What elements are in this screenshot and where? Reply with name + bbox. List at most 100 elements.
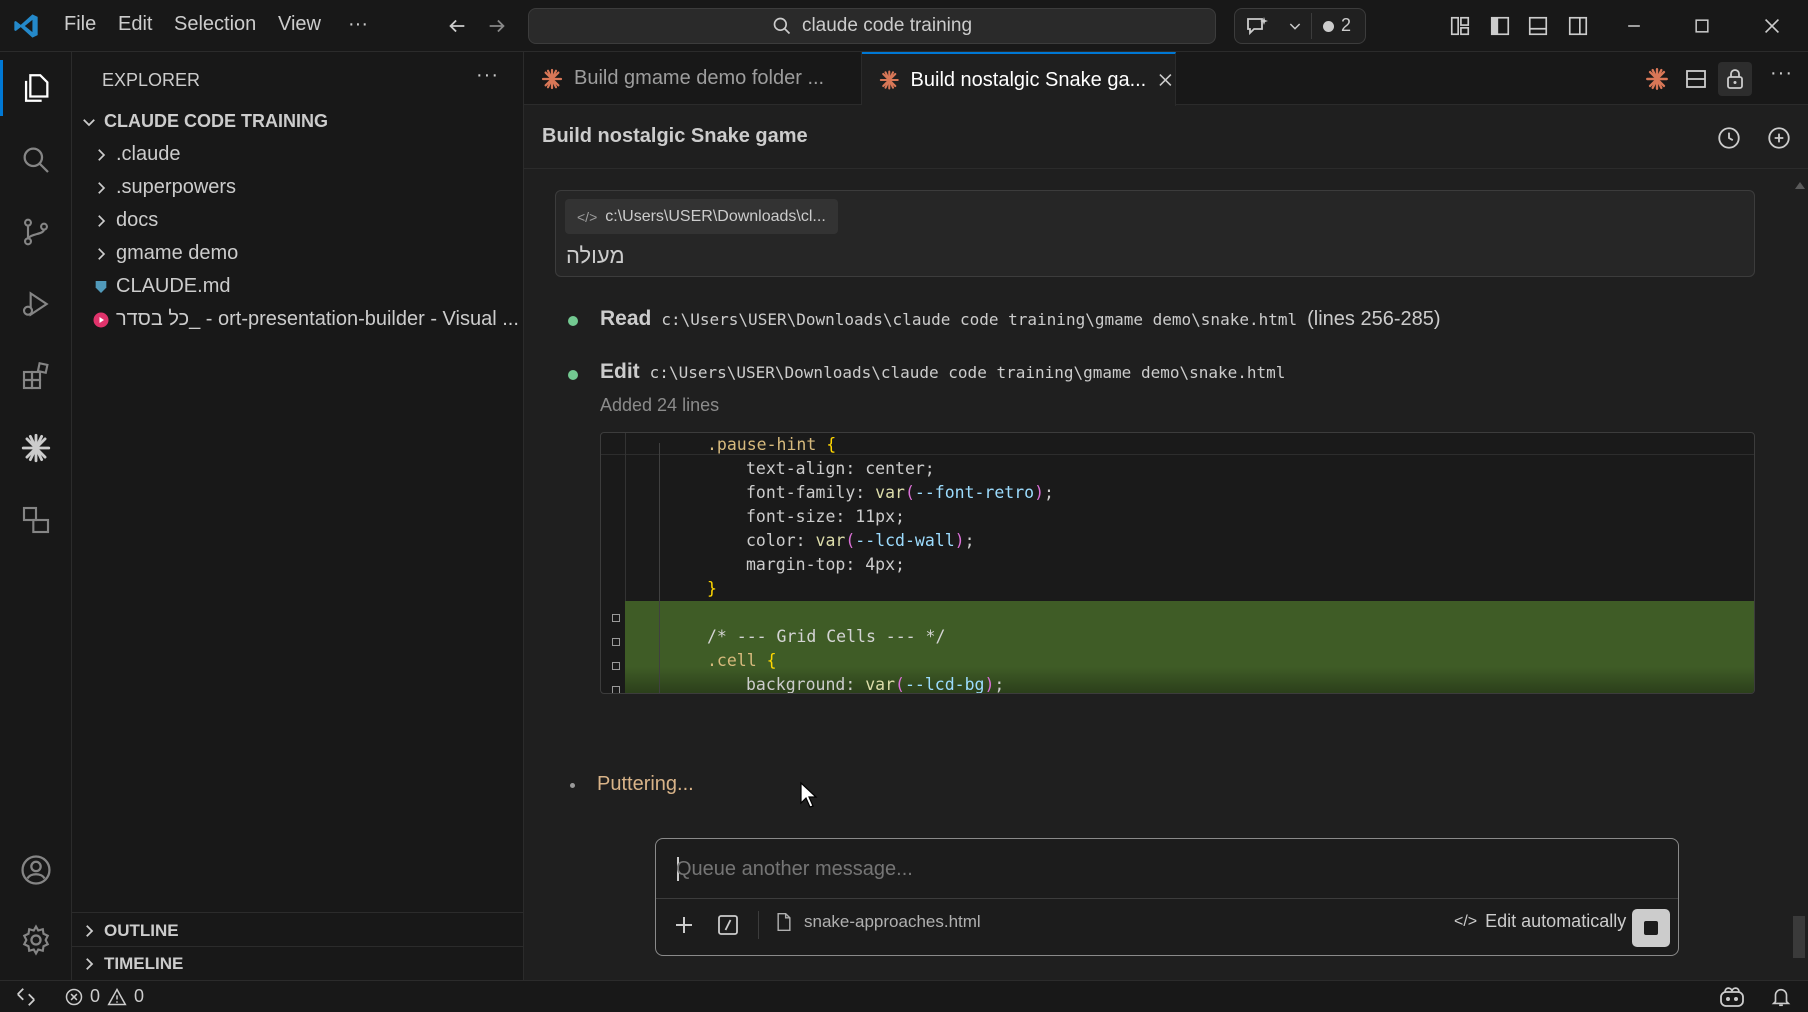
menu-view[interactable]: View: [278, 13, 321, 36]
attached-file-chip[interactable]: snake-approaches.html: [774, 911, 981, 933]
new-chat-icon[interactable]: [1766, 125, 1792, 151]
claude-tab-icon: [541, 68, 563, 89]
chevron-down-icon[interactable]: [1287, 18, 1303, 34]
tree-item-label: כל בסדר_ - ort-presentation-builder - Vi…: [116, 308, 519, 330]
tree-item-superpowers-folder[interactable]: .superpowers: [72, 171, 524, 204]
chevron-right-icon: [90, 243, 112, 265]
toggle-secondary-sidebar-icon[interactable]: [1562, 10, 1594, 42]
timeline-section-header[interactable]: TIMELINE: [72, 947, 524, 980]
step-path-link[interactable]: c:\Users\USER\Downloads\claude code trai…: [650, 363, 1286, 382]
chat-scrollbar[interactable]: [1790, 176, 1808, 980]
outline-divider: [72, 912, 524, 913]
code-line: background: var(--lcd-bg);: [746, 675, 1005, 694]
tree-item-claude-md-file[interactable]: CLAUDE.md: [72, 270, 524, 303]
tab-label: Build nostalgic Snake ga...: [910, 68, 1147, 91]
step-path-link[interactable]: c:\Users\USER\Downloads\claude code trai…: [661, 310, 1297, 329]
mouse-cursor-icon: [799, 781, 821, 809]
outline-label: OUTLINE: [104, 920, 179, 940]
menu-file[interactable]: File: [64, 13, 96, 36]
tree-item-claude-folder[interactable]: .claude: [72, 138, 524, 171]
code-brackets-icon: </>: [1454, 912, 1478, 930]
forward-arrow-icon[interactable]: [481, 10, 513, 42]
add-attachment-icon[interactable]: [672, 913, 696, 937]
editor-area: Build gmame demo folder ... Build nostal…: [524, 52, 1808, 980]
tree-item-label: .superpowers: [116, 176, 237, 198]
maximize-icon[interactable]: [1686, 10, 1718, 42]
settings-icon[interactable]: [16, 920, 56, 960]
back-arrow-icon[interactable]: [441, 10, 473, 42]
context-chip[interactable]: </> c:\Users\USER\Downloads\cl...: [565, 199, 838, 234]
step-verb: Edit: [600, 360, 640, 383]
close-window-icon[interactable]: [1756, 10, 1788, 42]
queue-message-input[interactable]: [676, 852, 1656, 886]
error-icon: [65, 988, 83, 1005]
stop-generation-button[interactable]: [1632, 909, 1670, 947]
account-icon[interactable]: [16, 850, 56, 890]
scrollbar-thumb[interactable]: [1793, 916, 1805, 958]
chat-status-dot-icon: [1323, 21, 1334, 32]
code-line: .pause-hint {: [707, 435, 837, 454]
chat-sparkle-icon[interactable]: [1245, 15, 1269, 39]
tab-build-nostalgic-snake[interactable]: Build nostalgic Snake ga...: [862, 52, 1176, 106]
toggle-panel-icon[interactable]: [1522, 10, 1554, 42]
code-line: font-size: 11px;: [746, 507, 905, 526]
notifications-bell-icon[interactable]: [1770, 985, 1792, 1009]
warning-icon: [107, 987, 127, 1005]
copilot-icon[interactable]: [1718, 985, 1746, 1009]
outline-section-header[interactable]: OUTLINE: [72, 914, 524, 947]
code-line: }: [707, 579, 717, 598]
scroll-up-arrow-icon[interactable]: [1794, 180, 1806, 190]
menu-edit[interactable]: Edit: [118, 13, 152, 36]
chat-controls[interactable]: 2: [1234, 8, 1366, 44]
root-folder-row[interactable]: CLAUDE CODE TRAINING: [72, 105, 524, 138]
indent-guide: [659, 443, 660, 693]
source-control-icon[interactable]: [16, 212, 56, 252]
code-line: /* --- Grid Cells --- */: [707, 627, 946, 646]
slash-command-icon[interactable]: [716, 913, 740, 937]
edit-mode-button[interactable]: </> Edit automatically: [1454, 911, 1626, 932]
tree-item-presentation-file[interactable]: כל בסדר_ - ort-presentation-builder - Vi…: [72, 303, 524, 336]
chevron-down-icon: [78, 111, 100, 133]
claude-icon[interactable]: [16, 428, 56, 468]
error-count: 0: [90, 986, 101, 1006]
edit-mode-label: Edit automatically: [1485, 911, 1627, 931]
problems-indicator[interactable]: 0 0: [64, 986, 144, 1007]
remote-indicator-icon[interactable]: [14, 986, 38, 1008]
tab-bar: Build gmame demo folder ... Build nostal…: [524, 52, 1808, 106]
step-verb: Read: [600, 307, 652, 330]
chevron-right-icon: [90, 210, 112, 232]
explorer-more-button[interactable]: ···: [476, 64, 499, 87]
minimize-icon[interactable]: [1618, 10, 1650, 42]
customize-layout-icon[interactable]: [1444, 10, 1476, 42]
tree-item-label: CLAUDE.md: [116, 275, 231, 297]
tree-item-docs-folder[interactable]: docs: [72, 204, 524, 237]
tab-build-gmame-demo[interactable]: Build gmame demo folder ...: [524, 52, 862, 105]
remote-explorer-icon[interactable]: [16, 500, 56, 540]
toggle-primary-sidebar-icon[interactable]: [1484, 10, 1516, 42]
close-tab-icon[interactable]: [1156, 70, 1175, 90]
menu-more[interactable]: ···: [348, 13, 368, 36]
stop-icon: [1644, 921, 1658, 935]
split-editor-icon[interactable]: [1684, 67, 1708, 91]
markdown-file-icon: [90, 276, 112, 298]
added-line-marker-icon: [612, 686, 620, 693]
run-debug-icon[interactable]: [16, 284, 56, 324]
message-input-box: snake-approaches.html </> Edit automatic…: [655, 838, 1679, 956]
chevron-right-icon: [90, 144, 112, 166]
lock-editor-icon[interactable]: [1718, 62, 1752, 96]
code-diff-block[interactable]: .pause-hint { text-align: center; font-f…: [600, 432, 1755, 694]
code-line: text-align: center;: [746, 459, 935, 478]
claude-action-icon[interactable]: [1644, 66, 1670, 92]
extensions-icon[interactable]: [16, 356, 56, 396]
history-icon[interactable]: [1716, 125, 1742, 151]
input-text-area[interactable]: [656, 839, 1678, 899]
tab-more-button[interactable]: ···: [1770, 62, 1793, 85]
video-file-icon: [90, 309, 112, 331]
file-icon: [777, 912, 791, 932]
menu-selection[interactable]: Selection: [174, 13, 256, 36]
search-icon[interactable]: [16, 140, 56, 180]
command-center-search[interactable]: claude code training: [528, 8, 1216, 44]
tree-item-gmame-demo-folder[interactable]: gmame demo: [72, 237, 524, 270]
explorer-icon[interactable]: [16, 68, 56, 108]
chevron-right-icon: [90, 177, 112, 199]
